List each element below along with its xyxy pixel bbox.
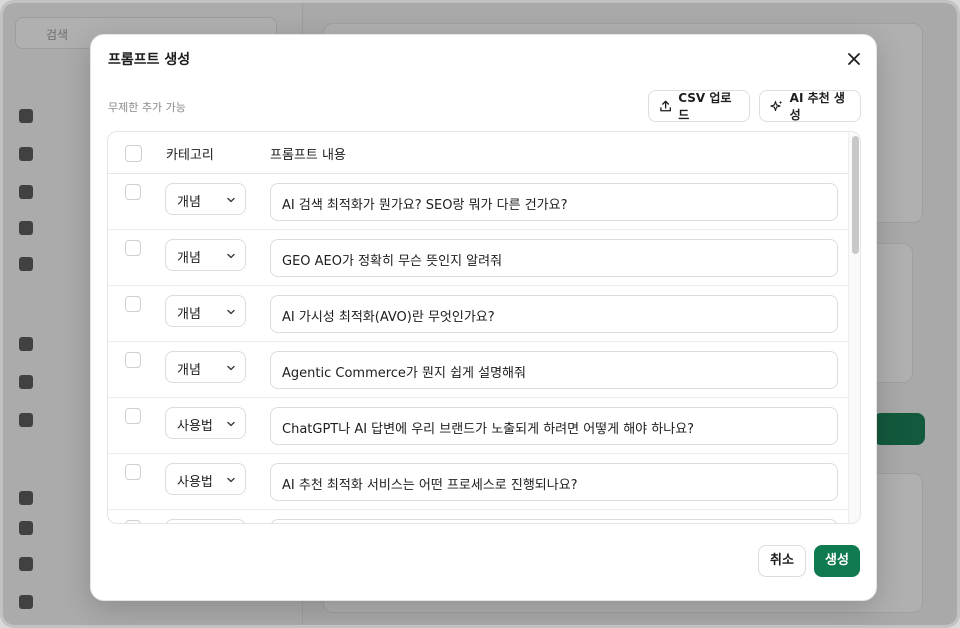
category-select[interactable] [165,519,246,523]
category-value: 사용법 [177,419,213,434]
category-select[interactable]: 개념 [165,295,246,327]
table-row: 개념 AI 가시성 최적화(AVO)란 무엇인가요? [108,286,848,342]
prompt-input[interactable]: AI 가시성 최적화(AVO)란 무엇인가요? [270,295,838,333]
csv-upload-label: CSV 업로드 [678,91,732,122]
select-all-checkbox[interactable] [125,145,142,162]
table-row: 사용법 AI 추천 최적화 서비스는 어떤 프로세스로 진행되나요? [108,454,848,510]
prompt-input[interactable]: AI 검색 최적화가 뭔가요? SEO랑 뭐가 다른 건가요? [270,183,838,221]
prompt-input[interactable]: GEO AEO가 정확히 무슨 뜻인지 알려줘 [270,239,838,277]
generate-button[interactable]: 생성 [814,545,860,577]
table-row: 개념 GEO AEO가 정확히 무슨 뜻인지 알려줘 [108,230,848,286]
column-header-prompt: 프롬프트 내용 [270,148,346,163]
category-value: 개념 [177,195,201,210]
prompt-input[interactable]: AI 추천 최적화 서비스는 어떤 프로세스로 진행되나요? [270,463,838,501]
prompt-table: 카테고리 프롬프트 내용 개념 AI 검색 최적화가 뭔가요? SEO랑 뭐가 … [107,131,861,524]
table-row: 개념 AI 검색 최적화가 뭔가요? SEO랑 뭐가 다른 건가요? [108,174,848,230]
close-button[interactable] [843,48,865,70]
dialog-title: 프롬프트 생성 [108,52,191,68]
row-checkbox[interactable] [125,184,141,200]
category-select[interactable]: 사용법 [165,407,246,439]
row-checkbox[interactable] [125,240,141,256]
chevron-down-icon [227,421,235,427]
chevron-down-icon [227,365,235,371]
category-value: 개념 [177,307,201,322]
upload-icon [660,100,672,112]
category-select[interactable]: 사용법 [165,463,246,495]
table-row: 사용법 ChatGPT나 AI 답변에 우리 브랜드가 노출되게 하려면 어떻게… [108,398,848,454]
prompt-create-dialog: 프롬프트 생성 무제한 추가 가능 CSV 업로드 AI 추천 생성 카테고리 … [90,34,877,601]
category-value: 개념 [177,251,201,266]
ai-recommend-label: AI 추천 생성 [789,91,845,122]
close-icon [848,53,860,65]
row-checkbox[interactable] [125,520,141,523]
table-scrollbar[interactable] [848,132,860,523]
row-checkbox[interactable] [125,408,141,424]
chevron-down-icon [227,253,235,259]
chevron-down-icon [227,197,235,203]
dialog-subtitle: 무제한 추가 가능 [108,101,186,114]
category-select[interactable]: 개념 [165,351,246,383]
chevron-down-icon [227,309,235,315]
table-row: 개념 Agentic Commerce가 뭔지 쉽게 설명해줘 [108,342,848,398]
category-select[interactable]: 개념 [165,239,246,271]
table-header: 카테고리 프롬프트 내용 [108,132,848,174]
app-window: 검색 프롬프트 생성 무제한 추가 가능 CSV 업로드 AI 추천 생성 카테… [0,0,960,628]
row-checkbox[interactable] [125,464,141,480]
cancel-button[interactable]: 취소 [758,545,806,577]
category-select[interactable]: 개념 [165,183,246,215]
category-value: 개념 [177,363,201,378]
ai-recommend-button[interactable]: AI 추천 생성 [759,90,861,122]
row-checkbox[interactable] [125,352,141,368]
prompt-input[interactable] [270,519,838,523]
prompt-input[interactable]: Agentic Commerce가 뭔지 쉽게 설명해줘 [270,351,838,389]
chevron-down-icon [227,477,235,483]
scrollbar-thumb[interactable] [852,136,859,254]
table-row-partial [108,510,848,523]
category-value: 사용법 [177,475,213,490]
sparkles-icon [770,100,783,111]
column-header-category: 카테고리 [166,148,214,163]
prompt-input[interactable]: ChatGPT나 AI 답변에 우리 브랜드가 노출되게 하려면 어떻게 해야 … [270,407,838,445]
row-checkbox[interactable] [125,296,141,312]
csv-upload-button[interactable]: CSV 업로드 [648,90,750,122]
